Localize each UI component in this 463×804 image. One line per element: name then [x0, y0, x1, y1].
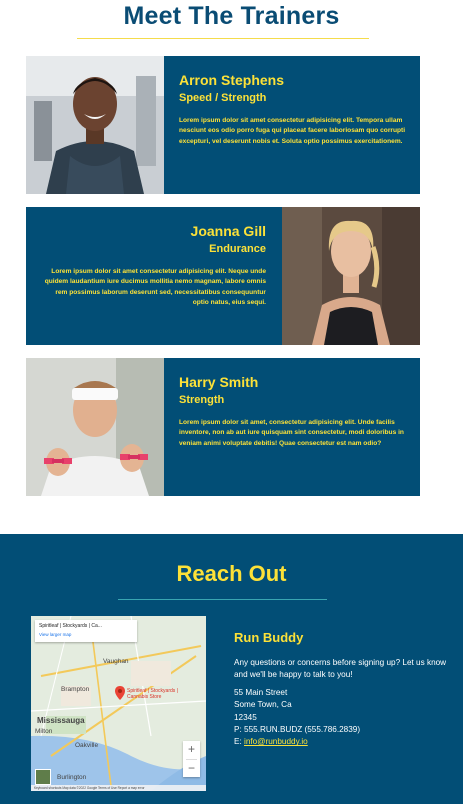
address-street: 55 Main Street — [234, 688, 288, 698]
trainer-role: Speed / Strength — [179, 92, 267, 104]
trainer-card-harry: Harry Smith Strength Lorem ipsum dolor s… — [26, 358, 420, 496]
heading-divider — [77, 38, 369, 39]
trainers-heading: Meet The Trainers — [123, 2, 340, 30]
company-name: Run Buddy — [234, 630, 304, 645]
trainer-info-harry: Harry Smith Strength Lorem ipsum dolor s… — [179, 358, 408, 496]
zoom-out-button[interactable]: − — [183, 760, 200, 778]
contact-message: Any questions or concerns before signing… — [234, 658, 447, 679]
address-city: Some Town, Ca — [234, 700, 292, 710]
google-map-embed[interactable]: Spiritleaf | Stockyards | Ca... View lar… — [31, 616, 206, 791]
trainer-photo-harry — [26, 358, 164, 496]
trainer-name: Arron Stephens — [179, 72, 285, 88]
map-place-label: Oakville — [75, 742, 99, 749]
map-pin-label: Spiritleaf | Stockyards | Cannabis Store — [127, 688, 178, 700]
address-zip: 12345 — [234, 712, 257, 722]
map-zoom-control: + − — [183, 741, 200, 777]
map-place-card: Spiritleaf | Stockyards | Ca... View lar… — [35, 620, 137, 642]
contact-email-line: E: info@runbuddy.io — [234, 736, 454, 748]
map-pin-icon[interactable] — [115, 686, 125, 700]
map-place-label: Brampton — [61, 686, 90, 693]
trainer-bio: Lorem ipsum dolor sit amet consectetur a… — [179, 117, 406, 145]
contact-info: Run Buddy Any questions or concerns befo… — [234, 630, 454, 749]
trainer-bio: Lorem ipsum dolor sit amet, consectetur … — [179, 419, 404, 447]
trainer-bio: Lorem ipsum dolor sit amet consectetur a… — [44, 268, 266, 306]
map-footer: Keyboard shortcuts Map data ©2022 Google… — [31, 785, 206, 791]
trainer-photo-arron — [26, 56, 164, 194]
zoom-in-button[interactable]: + — [183, 741, 200, 759]
trainer-card-joanna: Joanna Gill Endurance Lorem ipsum dolor … — [26, 207, 420, 345]
map-place-label: Burlington — [57, 774, 87, 781]
trainer-info-arron: Arron Stephens Speed / Strength Lorem ip… — [179, 56, 408, 194]
email-link[interactable]: info@runbuddy.io — [244, 737, 308, 746]
reach-out-section: Reach Out Spiritleaf | Stockyards | Ca..… — [0, 534, 463, 804]
map-place-title: Spiritleaf | Stockyards | Ca... — [39, 623, 102, 629]
trainer-card-arron: Arron Stephens Speed / Strength Lorem ip… — [26, 56, 420, 194]
trainer-role: Strength — [179, 394, 225, 406]
map-background[interactable] — [31, 616, 206, 791]
reach-out-divider — [118, 599, 327, 600]
contact-phone: P: 555.RUN.BUDZ (555.786.2839) — [234, 725, 361, 735]
trainer-role: Endurance — [209, 243, 266, 255]
map-place-label: Milton — [35, 728, 53, 735]
view-larger-map-link[interactable]: View larger map — [39, 632, 133, 637]
email-prefix: E: — [234, 737, 245, 747]
trainer-info-joanna: Joanna Gill Endurance Lorem ipsum dolor … — [40, 207, 266, 345]
map-satellite-toggle[interactable] — [35, 769, 51, 785]
trainer-name: Harry Smith — [179, 374, 259, 390]
trainer-name: Joanna Gill — [190, 223, 266, 239]
trainer-photo-joanna — [282, 207, 420, 345]
map-place-label: Vaughan — [103, 658, 129, 665]
map-place-label: Mississauga — [37, 716, 85, 725]
contact-address: 55 Main Street Some Town, Ca 12345 P: 55… — [234, 687, 454, 748]
reach-out-heading: Reach Out — [176, 561, 287, 586]
